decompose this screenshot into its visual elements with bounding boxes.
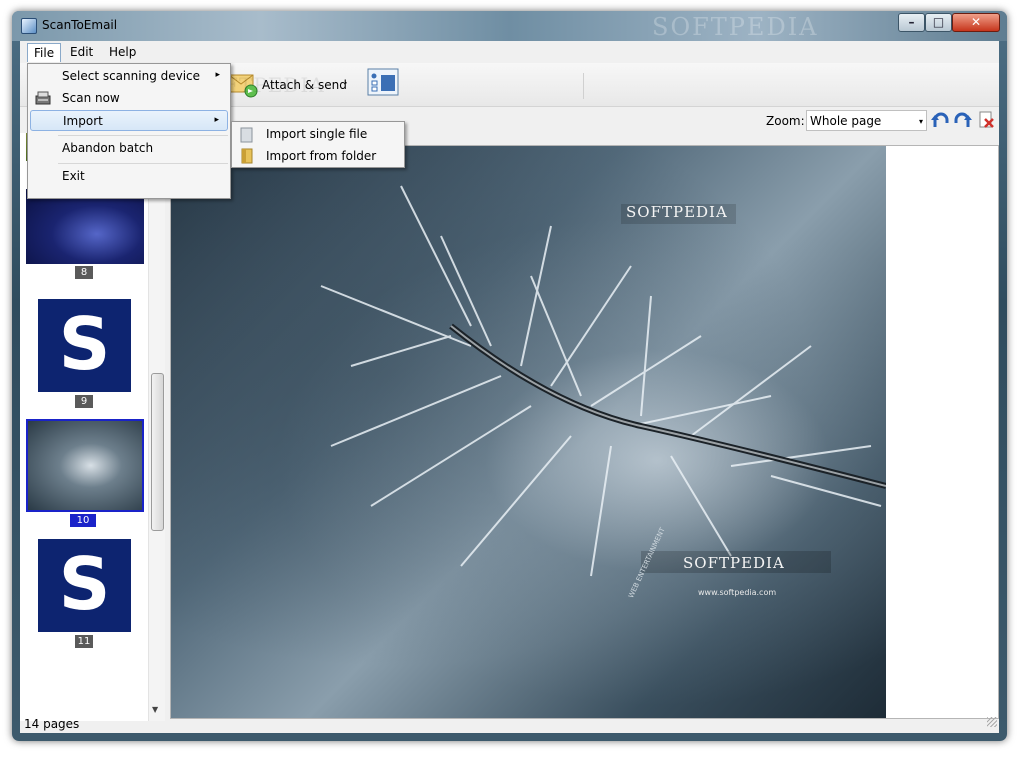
submenu-arrow-icon: ▸: [215, 70, 220, 80]
delete-page-button[interactable]: [977, 111, 997, 129]
softpedia-logo-bottom: SOFTPEDIA: [683, 554, 785, 572]
thumbnail-11[interactable]: S: [38, 539, 131, 632]
menu-item-exit[interactable]: Exit: [30, 166, 228, 187]
thumbnail-scrollbar[interactable]: ▼: [148, 133, 165, 721]
menu-file[interactable]: File: [27, 43, 62, 62]
close-button[interactable]: ✕: [952, 13, 1000, 32]
menu-help[interactable]: Help: [103, 43, 142, 62]
window-title: ScanToEmail: [42, 18, 118, 32]
thumbnail-number: 8: [75, 266, 93, 279]
frost-branch-image: [320, 185, 886, 577]
minimize-button[interactable]: –: [898, 13, 925, 32]
toolbar-separator: [583, 73, 584, 99]
menu-item-label: Import single file: [266, 127, 368, 141]
rotate-left-button[interactable]: [930, 111, 950, 129]
thumbnail-9[interactable]: S: [38, 299, 131, 392]
title-bar[interactable]: ScanToEmail SOFTPEDIA – □ ✕: [12, 11, 1007, 41]
thumbnail-8[interactable]: [26, 189, 144, 264]
zoom-value: Whole page: [810, 114, 882, 128]
status-bar: 14 pages: [20, 717, 999, 733]
softpedia-s-logo: S: [58, 542, 111, 626]
zoom-label: Zoom:: [766, 114, 805, 128]
thumbnail-number: 9: [75, 395, 93, 408]
attach-send-dropdown-icon[interactable]: ·: [344, 76, 348, 90]
resize-grip-icon[interactable]: [987, 717, 997, 727]
import-submenu: Import single file Import from folder: [231, 121, 405, 168]
menu-item-import-from-folder[interactable]: Import from folder: [234, 146, 402, 167]
menu-item-select-scanning-device[interactable]: Select scanning device ▸: [30, 66, 228, 87]
zoom-select[interactable]: Whole page ▾: [806, 110, 927, 131]
menu-separator: [58, 163, 228, 164]
softpedia-logo-top: SOFTPEDIA: [626, 203, 728, 221]
page-count: 14 pages: [24, 717, 80, 731]
scrollbar-thumb[interactable]: [151, 373, 164, 531]
thumbnail-number: 11: [75, 635, 93, 648]
menu-item-label: Scan now: [62, 91, 120, 105]
titlebar-watermark: SOFTPEDIA: [652, 13, 819, 41]
page-viewer: SOFTPEDIA SOFTPEDIA www.softpedia.com WE…: [170, 145, 999, 719]
scroll-down-icon[interactable]: ▼: [152, 705, 158, 714]
rotate-left-icon: [931, 112, 949, 127]
submenu-arrow-icon: ▸: [214, 115, 219, 125]
scanner-icon: [35, 91, 51, 105]
menu-separator: [58, 135, 228, 136]
thumbnail-number: 10: [70, 514, 96, 527]
app-window: ScanToEmail SOFTPEDIA – □ ✕ File Edit He…: [12, 11, 1007, 741]
menu-item-label: Abandon batch: [62, 141, 154, 155]
menu-edit[interactable]: Edit: [64, 43, 99, 62]
minimize-icon: –: [908, 15, 915, 29]
maximize-button[interactable]: □: [925, 13, 952, 32]
menu-item-import[interactable]: Import ▸: [30, 110, 228, 131]
rotate-right-button[interactable]: [953, 111, 973, 129]
softpedia-url: www.softpedia.com: [698, 588, 777, 597]
maximize-icon: □: [932, 15, 945, 29]
settings-panel-icon: [367, 68, 399, 96]
file-menu-dropdown: Select scanning device ▸ Scan now Import…: [27, 63, 231, 199]
menu-item-scan-now[interactable]: Scan now: [30, 88, 228, 109]
menu-item-label: Exit: [62, 169, 85, 183]
settings-button[interactable]: [367, 67, 399, 101]
menu-item-abandon-batch[interactable]: Abandon batch: [30, 138, 228, 159]
thumbnail-10[interactable]: [26, 419, 144, 512]
menu-item-import-single-file[interactable]: Import single file: [234, 124, 402, 145]
menu-item-label: Select scanning device: [62, 69, 201, 83]
menu-item-label: Import: [63, 114, 103, 128]
chevron-down-icon: ▾: [918, 117, 923, 126]
app-icon: [21, 18, 37, 34]
thumbnail-panel: 7 8 S 9 10 S 11: [20, 133, 165, 721]
scanned-page-image: SOFTPEDIA SOFTPEDIA www.softpedia.com WE…: [171, 146, 886, 718]
menu-bar: File Edit Help: [20, 41, 999, 63]
delete-page-icon: [979, 111, 994, 128]
softpedia-s-logo: S: [58, 302, 111, 386]
menu-item-label: Import from folder: [266, 149, 377, 163]
rotate-right-icon: [954, 112, 972, 127]
file-icon: [240, 127, 253, 143]
folder-icon: [241, 148, 253, 164]
close-icon: ✕: [970, 15, 982, 29]
